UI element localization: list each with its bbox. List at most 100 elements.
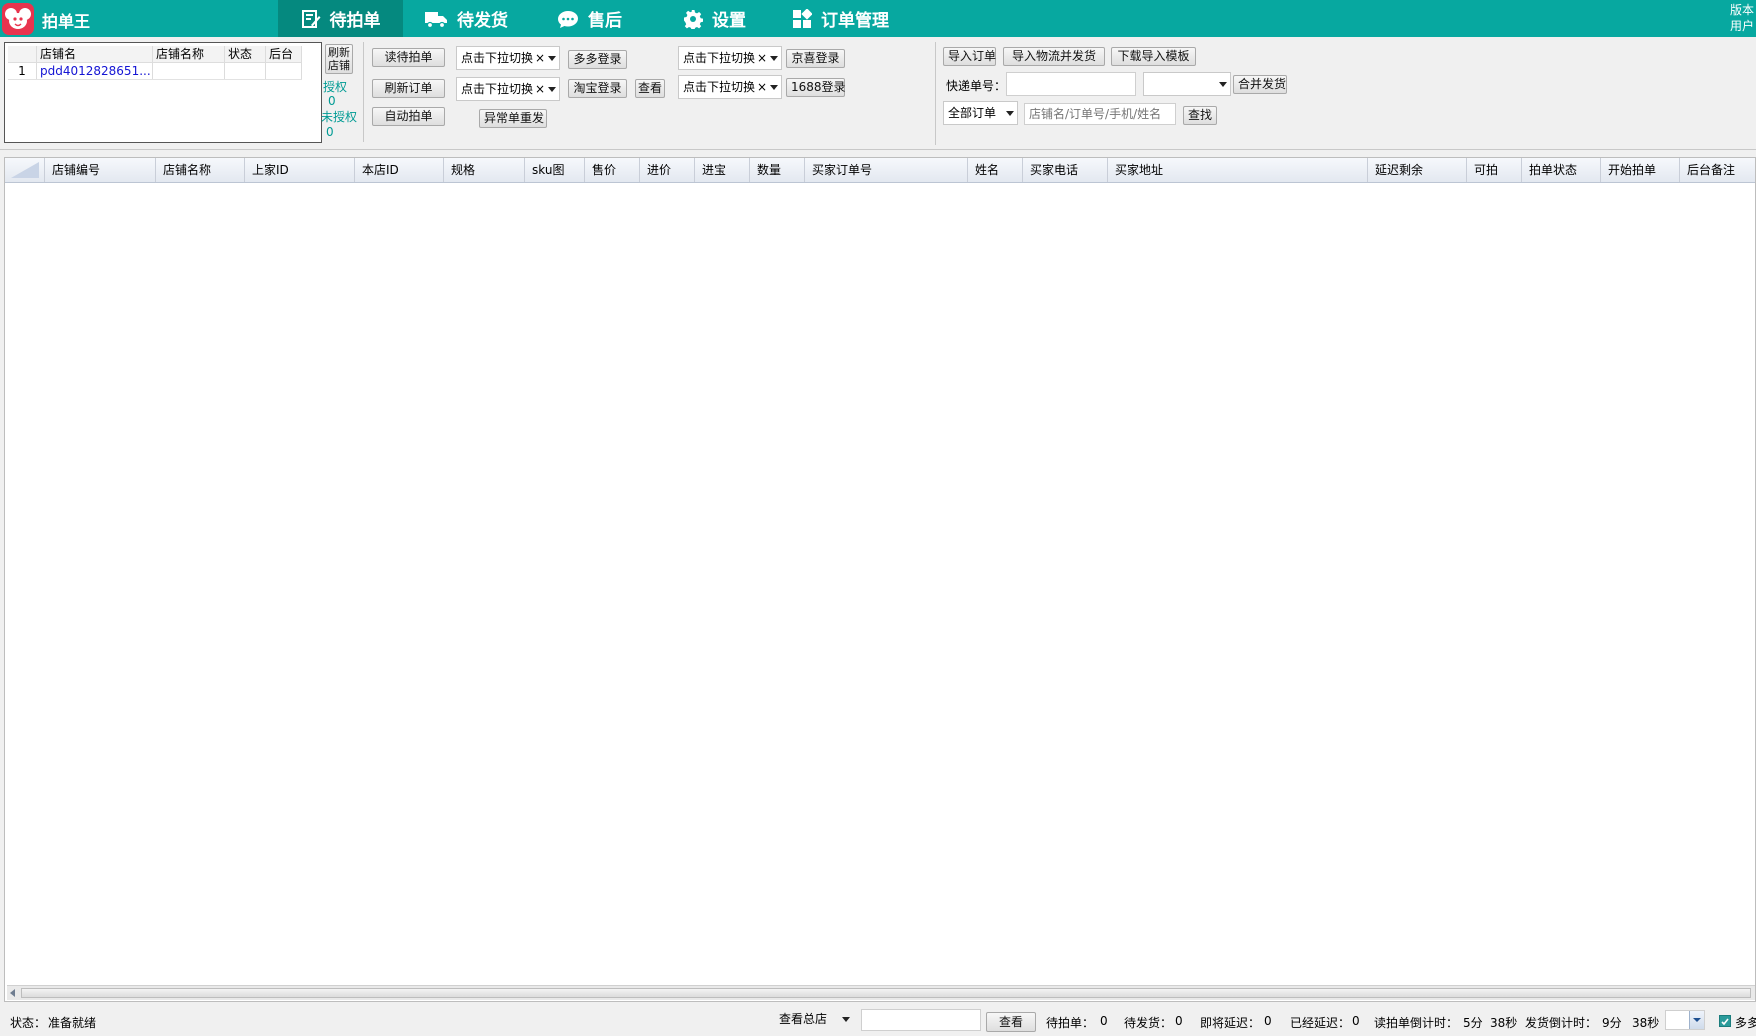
app-title: 拍单王 <box>42 12 91 31</box>
select-all-corner[interactable] <box>5 158 45 182</box>
delayed-label: 已经延迟： <box>1290 1016 1351 1030</box>
col-backend-note[interactable]: 后台备注 <box>1680 158 1755 182</box>
download-template-button[interactable]: 下载导入模板 <box>1111 47 1196 66</box>
horizontal-scrollbar[interactable] <box>7 985 1755 1000</box>
chevron-down-icon[interactable] <box>1006 111 1014 116</box>
scrollbar-thumb[interactable] <box>21 988 1751 998</box>
separator <box>363 42 364 142</box>
multi-checkbox[interactable] <box>1719 1015 1731 1027</box>
store-col-store-name: 店铺名称 <box>153 46 225 62</box>
store-list-grid[interactable]: 店铺名 店铺名称 状态 后台 1 pdd4012828651... <box>4 42 322 143</box>
col-store-name[interactable]: 店铺名称 <box>156 158 245 182</box>
read-pending-orders-button[interactable]: 读待拍单 <box>372 48 445 67</box>
tab-pending-order[interactable]: 待拍单 <box>278 0 403 37</box>
order-grid[interactable]: 店铺编号 店铺名称 上家ID 本店ID 规格 sku图 售价 进价 进宝 数量 … <box>4 157 1756 1002</box>
refresh-stores-button[interactable]: 刷新店铺 <box>325 44 353 74</box>
delayed-count: 0 <box>1352 1014 1360 1028</box>
duoduo-login-button[interactable]: 多多登录 <box>568 50 627 69</box>
abnormal-resend-button[interactable]: 异常单重发 <box>479 109 547 128</box>
import-orders-button[interactable]: 导入订单 <box>943 47 996 66</box>
taobao-account-select[interactable]: 点击下拉切换 × <box>456 77 560 101</box>
col-order-status[interactable]: 拍单状态 <box>1522 158 1601 182</box>
store-row[interactable]: 1 pdd4012828651... <box>8 63 302 80</box>
chevron-down-icon[interactable] <box>770 85 778 90</box>
multi-label: 多多 <box>1735 1016 1756 1030</box>
view-store-select[interactable]: 查看总店 <box>774 1008 854 1030</box>
tab-pending-shipment[interactable]: 待发货 <box>424 0 508 37</box>
col-jinbao[interactable]: 进宝 <box>695 158 750 182</box>
store-col-backend: 后台 <box>266 46 302 62</box>
store-filter-input[interactable] <box>861 1009 981 1031</box>
version-label: 版本号: <box>1730 3 1754 17</box>
store-row-backend[interactable] <box>266 63 302 79</box>
import-logistics-ship-button[interactable]: 导入物流并发货 <box>1003 47 1105 66</box>
col-buyer-order-no[interactable]: 买家订单号 <box>805 158 968 182</box>
pending-order-count: 0 <box>1100 1014 1108 1028</box>
col-supplier-id[interactable]: 上家ID <box>245 158 355 182</box>
col-orderable[interactable]: 可拍 <box>1467 158 1522 182</box>
jingxi-account-select[interactable]: 点击下拉切换 × <box>678 46 782 70</box>
tab-after-sales[interactable]: 售后 <box>557 0 622 37</box>
chevron-down-icon[interactable] <box>1219 82 1227 87</box>
interval-select[interactable] <box>1665 1010 1705 1030</box>
search-input[interactable] <box>1024 103 1176 125</box>
express-number-label: 快递单号： <box>946 79 1007 93</box>
taobao-login-button[interactable]: 淘宝登录 <box>568 79 627 98</box>
authorized-label: 授权 <box>323 80 348 94</box>
auto-order-button[interactable]: 自动拍单 <box>372 107 445 126</box>
search-button[interactable]: 查找 <box>1183 106 1217 125</box>
merge-ship-button[interactable]: 合并发货 <box>1233 75 1287 94</box>
tab-label: 待拍单 <box>329 11 381 31</box>
col-buyer-address[interactable]: 买家地址 <box>1108 158 1368 182</box>
refresh-orders-button[interactable]: 刷新订单 <box>372 79 445 98</box>
pending-ship-label: 待发货： <box>1124 1016 1173 1030</box>
view-button[interactable]: 查看 <box>635 79 665 98</box>
col-own-id[interactable]: 本店ID <box>355 158 444 182</box>
app-logo-icon <box>2 3 34 35</box>
version-user-info: 版本号: 用户名: <box>1730 2 1754 34</box>
col-sale-price[interactable]: 售价 <box>585 158 640 182</box>
clear-icon[interactable]: × <box>535 47 545 69</box>
col-delay-remaining[interactable]: 延迟剩余 <box>1368 158 1467 182</box>
pending-order-label: 待拍单： <box>1046 1016 1095 1030</box>
express-company-select[interactable] <box>1143 72 1231 96</box>
store-row-name[interactable]: pdd4012828651... <box>37 63 153 79</box>
col-buyer-phone[interactable]: 买家电话 <box>1023 158 1108 182</box>
status-label: 状态： <box>10 1016 47 1030</box>
store-row-status <box>225 63 266 79</box>
col-name[interactable]: 姓名 <box>968 158 1023 182</box>
chevron-down-icon[interactable] <box>770 56 778 61</box>
col-quantity[interactable]: 数量 <box>750 158 805 182</box>
unauthorized-count: 0 <box>326 125 334 139</box>
duoduo-account-select[interactable]: 点击下拉切换 × <box>456 46 560 70</box>
col-store-id[interactable]: 店铺编号 <box>45 158 156 182</box>
clear-icon[interactable]: × <box>535 78 545 100</box>
check-icon <box>1721 1018 1729 1026</box>
col-start-order[interactable]: 开始拍单 <box>1601 158 1680 182</box>
near-delay-label: 即将延迟： <box>1200 1016 1261 1030</box>
top-bar: 拍单王 待拍单 待发货 售后 设置 订单管理 版本号: 用户名: <box>0 0 1756 37</box>
chevron-down-icon[interactable] <box>548 56 556 61</box>
jingxi-login-button[interactable]: 京喜登录 <box>786 49 845 68</box>
chevron-down-icon[interactable] <box>842 1017 850 1022</box>
tab-order-management[interactable]: 订单管理 <box>792 0 889 37</box>
col-sku-image[interactable]: sku图 <box>525 158 585 182</box>
chevron-down-icon[interactable] <box>548 87 556 92</box>
col-cost-price[interactable]: 进价 <box>640 158 695 182</box>
order-filter-select[interactable]: 全部订单 <box>943 101 1018 125</box>
ship-countdown-sec: 38秒 <box>1632 1016 1660 1030</box>
col-spec[interactable]: 规格 <box>444 158 525 182</box>
select-value: 点击下拉切换 <box>683 51 756 65</box>
clear-icon[interactable]: × <box>757 76 767 98</box>
scroll-left-icon[interactable] <box>10 989 15 997</box>
clear-icon[interactable]: × <box>757 47 767 69</box>
near-delay-count: 0 <box>1264 1014 1272 1028</box>
status-view-button[interactable]: 查看 <box>986 1012 1036 1032</box>
express-number-input[interactable] <box>1006 72 1136 96</box>
account-1688-select[interactable]: 点击下拉切换 × <box>678 75 782 99</box>
gear-icon <box>684 9 703 29</box>
chevron-down-icon[interactable] <box>1689 1011 1704 1029</box>
login-1688-button[interactable]: 1688登录 <box>786 78 846 97</box>
tab-settings[interactable]: 设置 <box>683 0 746 37</box>
store-row-index: 1 <box>8 63 37 79</box>
